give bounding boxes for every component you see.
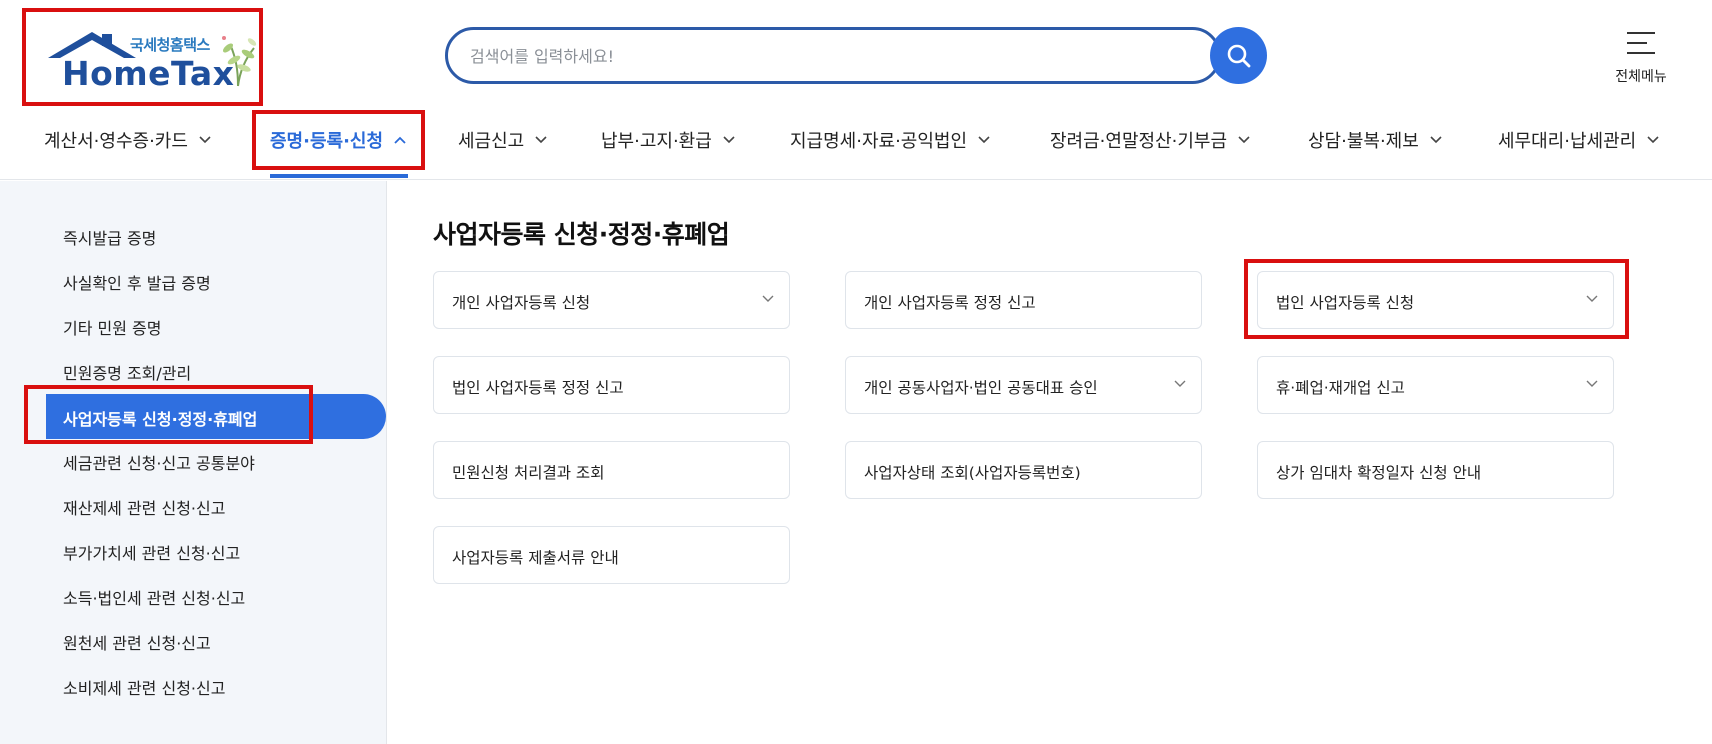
sidebar-item-income[interactable]: 소득·법인세 관련 신청·신고 [63,585,245,609]
card-individual-registration[interactable]: 개인 사업자등록 신청 [433,271,790,329]
all-menu-label: 전체메뉴 [1615,69,1667,85]
chevron-down-icon [1238,136,1250,144]
sidebar-item-common[interactable]: 세금관련 신청·신고 공통분야 [63,450,255,474]
highlight-box [252,110,425,170]
gnb-item-incentive[interactable]: 장려금·연말정산·기부금 [1050,120,1251,160]
search-input[interactable] [470,40,1140,72]
header: 국세청홈택스 HomeTax 전체메뉴 계산서·영수증· [0,0,1712,180]
gnb-item-agent[interactable]: 세무대리·납세관리 [1498,120,1660,160]
card-result-inquiry[interactable]: 민원신청 처리결과 조회 [433,441,790,499]
sidebar-item-consumption[interactable]: 소비제세 관련 신청·신고 [63,675,225,699]
search-icon [1227,44,1250,67]
all-menu-button[interactable]: 전체메뉴 [1596,28,1686,88]
sidebar-item-verified-cert[interactable]: 사실확인 후 발급 증명 [63,270,211,294]
card-label: 사업자상태 조회(사업자등록번호) [864,464,1081,482]
sidebar-item-vat[interactable]: 부가가치세 관련 신청·신고 [63,540,240,564]
card-documents-guide[interactable]: 사업자등록 제출서류 안내 [433,526,790,584]
card-lease-date[interactable]: 상가 임대차 확정일자 신청 안내 [1257,441,1614,499]
chevron-down-icon [978,136,990,144]
card-status-inquiry[interactable]: 사업자상태 조회(사업자등록번호) [845,441,1202,499]
gnb-item-statement[interactable]: 지급명세·자료·공익법인 [790,120,991,160]
sidebar: 즉시발급 증명 사실확인 후 발급 증명 기타 민원 증명 민원증명 조회/관리… [0,181,387,744]
search-button[interactable] [1210,27,1267,84]
hamburger-icon [1627,32,1655,54]
card-label: 상가 임대차 확정일자 신청 안내 [1276,464,1482,482]
chevron-down-icon [1647,136,1659,144]
logo-subtitle: 국세청홈택스 [130,36,210,54]
card-corporate-correction[interactable]: 법인 사업자등록 정정 신고 [433,356,790,414]
gnb-item-consult[interactable]: 상담·불복·제보 [1308,120,1443,160]
gnb-label: 상담·불복·제보 [1308,131,1419,152]
card-closure-report[interactable]: 휴·폐업·재개업 신고 [1257,356,1614,414]
chevron-down-icon [1586,380,1598,387]
page-title: 사업자등록 신청·정정·휴폐업 [433,220,730,249]
card-joint-approval[interactable]: 개인 공동사업자·법인 공동대표 승인 [845,356,1202,414]
card-label: 개인 사업자등록 정정 신고 [864,294,1036,312]
gnb-label: 계산서·영수증·카드 [44,131,188,152]
gnb-label: 장려금·연말정산·기부금 [1050,131,1228,152]
sidebar-item-cert-manage[interactable]: 민원증명 조회/관리 [63,360,191,384]
sidebar-item-other-cert[interactable]: 기타 민원 증명 [63,315,162,339]
gnb-label: 세금신고 [458,131,525,152]
card-label: 휴·폐업·재개업 신고 [1276,379,1405,397]
chevron-down-icon [762,295,774,302]
card-label: 민원신청 처리결과 조회 [452,464,605,482]
card-label: 개인 사업자등록 신청 [452,294,591,312]
chevron-down-icon [1174,380,1186,387]
gnb-label: 세무대리·납세관리 [1498,131,1637,152]
card-label: 사업자등록 제출서류 안내 [452,549,619,567]
card-individual-correction[interactable]: 개인 사업자등록 정정 신고 [845,271,1202,329]
hometax-logo[interactable]: 국세청홈택스 HomeTax [22,8,263,106]
gnb-item-invoice[interactable]: 계산서·영수증·카드 [44,120,212,160]
highlight-box [24,385,313,444]
sidebar-item-instant-cert[interactable]: 즉시발급 증명 [63,225,156,249]
sidebar-item-withholding[interactable]: 원천세 관련 신청·신고 [63,630,211,654]
chevron-down-icon [535,136,547,144]
gnb-item-tax-report[interactable]: 세금신고 [458,120,548,160]
chevron-down-icon [723,136,735,144]
search-bar[interactable] [445,27,1221,84]
active-tab-indicator [270,174,408,178]
gnb-item-payment[interactable]: 납부·고지·환급 [601,120,736,160]
highlight-box [1244,259,1629,339]
gnb-label: 납부·고지·환급 [601,131,712,152]
chevron-down-icon [199,136,211,144]
chevron-down-icon [1430,136,1442,144]
leaf-icon [222,36,257,87]
card-label: 법인 사업자등록 정정 신고 [452,379,624,397]
card-label: 개인 공동사업자·법인 공동대표 승인 [864,379,1098,397]
sidebar-item-property[interactable]: 재산제세 관련 신청·신고 [63,495,225,519]
logo-title: HomeTax [62,54,235,93]
gnb-label: 지급명세·자료·공익법인 [790,131,968,152]
